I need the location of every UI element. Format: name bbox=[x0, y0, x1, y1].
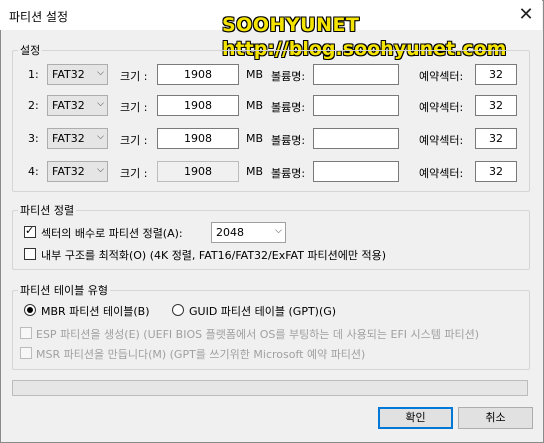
size-label: 크기 : bbox=[120, 134, 148, 147]
filesystem-select[interactable]: FAT32 ⌵ bbox=[47, 64, 108, 85]
reserved-sectors-field[interactable]: 32 bbox=[475, 128, 517, 149]
gpt-label: GUID 파티션 테이블 (GPT)(G) bbox=[189, 305, 337, 318]
progress-bar bbox=[12, 380, 528, 396]
mbr-label: MBR 파티션 테이블(B) bbox=[41, 305, 150, 318]
reserved-sectors-field[interactable]: 32 bbox=[475, 95, 517, 116]
chevron-down-icon: ⌵ bbox=[97, 165, 104, 175]
size-label: 크기 : bbox=[120, 70, 148, 83]
cancel-button[interactable]: 취소 bbox=[458, 407, 533, 429]
chevron-down-icon: ⌵ bbox=[97, 68, 104, 78]
volume-name-field[interactable] bbox=[313, 95, 399, 116]
esp-checkbox[interactable] bbox=[20, 327, 32, 339]
reserved-sectors-field[interactable]: 32 bbox=[475, 161, 517, 182]
chevron-down-icon: ⌵ bbox=[275, 226, 282, 236]
filesystem-select[interactable]: FAT32 ⌵ bbox=[47, 95, 108, 116]
filesystem-select[interactable]: FAT32 ⌵ bbox=[47, 161, 108, 182]
ok-button[interactable]: 확인 bbox=[378, 407, 453, 429]
volume-name-field[interactable] bbox=[313, 161, 399, 182]
size-field[interactable]: 1908 bbox=[157, 161, 239, 182]
reserved-sectors-field[interactable]: 32 bbox=[475, 64, 517, 85]
volume-name-field[interactable] bbox=[313, 64, 399, 85]
alignment-group-label: 파티션 정렬 bbox=[18, 202, 77, 218]
filesystem-select[interactable]: FAT32 ⌵ bbox=[47, 128, 108, 149]
volume-label: 볼륨명: bbox=[271, 134, 306, 147]
align-checkbox[interactable] bbox=[24, 224, 36, 238]
size-label: 크기 : bbox=[120, 101, 148, 114]
filesystem-value: FAT32 bbox=[52, 68, 85, 81]
unit-label: MB bbox=[246, 132, 264, 145]
size-field[interactable]: 1908 bbox=[157, 128, 239, 149]
align-label: 섹터의 배수로 파티션 정렬(A): bbox=[41, 227, 183, 240]
gpt-radio[interactable] bbox=[172, 304, 184, 316]
window-title: 파티션 설정 bbox=[9, 10, 69, 24]
chevron-down-icon: ⌵ bbox=[97, 99, 104, 109]
chevron-down-icon: ⌵ bbox=[97, 132, 104, 142]
filesystem-value: FAT32 bbox=[52, 132, 85, 145]
size-field[interactable]: 1908 bbox=[157, 64, 239, 85]
unit-label: MB bbox=[246, 99, 264, 112]
volume-name-field[interactable] bbox=[313, 128, 399, 149]
optimize-label: 내부 구조를 최적화(O) (4K 정렬, FAT16/FAT32/ExFAT … bbox=[41, 249, 387, 262]
volume-label: 볼륨명: bbox=[271, 70, 306, 83]
volume-label: 볼륨명: bbox=[271, 167, 306, 180]
align-size-select[interactable]: 2048 ⌵ bbox=[211, 222, 286, 243]
volume-label: 볼륨명: bbox=[271, 101, 306, 114]
msr-label: MSR 파티션을 만듭니다(M) (GPT를 쓰기위한 Microsoft 예약… bbox=[36, 348, 366, 361]
align-size-value: 2048 bbox=[216, 226, 244, 239]
unit-label: MB bbox=[246, 165, 264, 178]
row-index: 4: bbox=[28, 165, 39, 178]
row-index: 1: bbox=[28, 68, 39, 81]
filesystem-value: FAT32 bbox=[52, 165, 85, 178]
reserved-label: 예약섹터: bbox=[419, 70, 464, 83]
reserved-label: 예약섹터: bbox=[419, 167, 464, 180]
filesystem-value: FAT32 bbox=[52, 99, 85, 112]
row-index: 3: bbox=[28, 132, 39, 145]
optimize-checkbox[interactable] bbox=[24, 248, 36, 260]
settings-group-label: 설정 bbox=[18, 42, 43, 58]
row-index: 2: bbox=[28, 99, 39, 112]
table-type-group-label: 파티션 테이블 유형 bbox=[18, 282, 110, 298]
reserved-label: 예약섹터: bbox=[419, 101, 464, 114]
esp-label: ESP 파티션을 생성(E) (UEFI BIOS 플랫폼에서 OS를 부팅하는… bbox=[36, 328, 480, 341]
msr-checkbox[interactable] bbox=[20, 347, 32, 359]
close-icon[interactable]: ✕ bbox=[514, 3, 538, 27]
unit-label: MB bbox=[246, 68, 264, 81]
watermark-line1: SOOHYUNET bbox=[222, 14, 360, 36]
size-field[interactable]: 1908 bbox=[157, 95, 239, 116]
size-label: 크기 : bbox=[120, 167, 148, 180]
mbr-radio[interactable] bbox=[24, 304, 36, 316]
reserved-label: 예약섹터: bbox=[419, 134, 464, 147]
